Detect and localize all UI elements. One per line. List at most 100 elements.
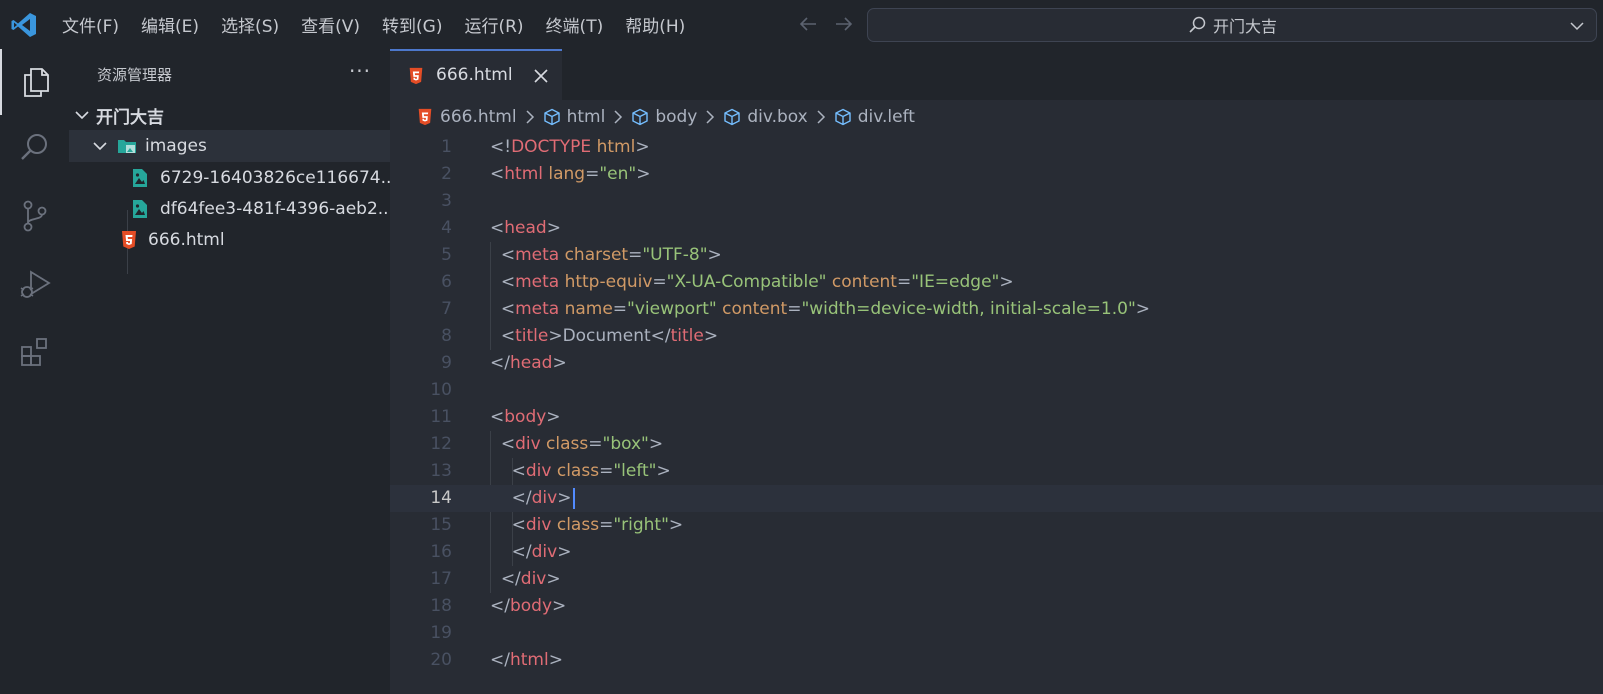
menu-terminal[interactable]: 终端(T) (535, 8, 615, 42)
back-arrow-icon[interactable] (796, 12, 820, 36)
breadcrumb-body[interactable]: body (631, 107, 697, 127)
code-line[interactable]: 10 (390, 377, 1603, 404)
breadcrumb-html[interactable]: html (543, 107, 606, 127)
breadcrumb-label: body (655, 107, 698, 127)
run-debug-icon (20, 270, 51, 298)
tab-label: 666.html (436, 65, 513, 85)
code-text: </div> (511, 542, 572, 562)
line-number: 9 (441, 353, 452, 373)
code-text: <div class="right"> (511, 515, 684, 535)
activity-explorer[interactable] (0, 49, 69, 115)
activity-source-control[interactable] (0, 183, 69, 249)
file-label: df64fee3-481f-4396-aeb2... (160, 199, 390, 219)
menu-selection[interactable]: 选择(S) (210, 8, 290, 42)
explorer-icon (23, 68, 49, 97)
tree-file-image-2[interactable]: df64fee3-481f-4396-aeb2... (69, 193, 390, 225)
code-text: </div> (500, 569, 561, 589)
code-text: </div> (490, 485, 576, 512)
explorer-sidebar: 资源管理器 ··· 开门大吉 images 6729-16403826ce116… (69, 49, 390, 694)
chevron-right-icon (526, 110, 534, 124)
navigation-arrows (796, 12, 856, 36)
sidebar-title: 资源管理器 (97, 66, 173, 84)
tab-bar: 666.html (390, 49, 1603, 100)
code-line[interactable]: 16 </div> (390, 539, 1603, 566)
code-line[interactable]: 18 </body> (390, 593, 1603, 620)
breadcrumb-label: div.left (857, 107, 915, 127)
more-actions-icon[interactable]: ··· (345, 59, 375, 89)
tree-file-image-1[interactable]: 6729-16403826ce116674... (69, 162, 390, 194)
code-line[interactable]: 1 <!DOCTYPE html> (390, 134, 1603, 161)
line-number: 8 (441, 326, 452, 346)
code-line[interactable]: 5 <meta charset="UTF-8"> (390, 242, 1603, 269)
line-number: 17 (430, 569, 452, 589)
command-center-search[interactable]: 开门大吉 (867, 8, 1597, 42)
code-line[interactable]: 20 </html> (390, 647, 1603, 674)
menu-file[interactable]: 文件(F) (51, 8, 130, 42)
html5-file-icon (409, 67, 423, 85)
breadcrumb-file[interactable]: 666.html (416, 107, 517, 127)
breadcrumb-div-left[interactable]: div.left (834, 107, 915, 127)
folder-label: images (145, 136, 207, 156)
code-line[interactable]: 14 </div> (390, 485, 1603, 512)
search-icon (20, 134, 47, 160)
chevron-down-icon[interactable] (1568, 17, 1586, 35)
code-text: <head> (490, 218, 561, 238)
html5-file-icon (122, 231, 136, 249)
search-icon (1189, 16, 1206, 33)
activity-extensions[interactable] (0, 319, 69, 385)
line-number: 13 (430, 461, 452, 481)
breadcrumb: 666.html html body div.box div.left (390, 100, 1603, 134)
source-control-icon (23, 200, 46, 232)
code-line[interactable]: 13 <div class="left"> (390, 458, 1603, 485)
close-icon[interactable] (532, 67, 550, 85)
code-line[interactable]: 8 <title>Document</title> (390, 323, 1603, 350)
tab-666-html[interactable]: 666.html (390, 49, 562, 100)
activity-bar (0, 49, 69, 694)
line-number: 10 (430, 380, 452, 400)
breadcrumb-div-box[interactable]: div.box (723, 107, 808, 127)
code-text: <meta http-equiv="X-UA-Compatible" conte… (500, 272, 1014, 292)
line-number: 6 (441, 272, 452, 292)
images-folder-icon (118, 140, 136, 153)
activity-run-debug[interactable] (0, 251, 69, 317)
code-line[interactable]: 2 <html lang="en"> (390, 161, 1603, 188)
tree-file-html[interactable]: 666.html (69, 224, 390, 256)
forward-arrow-icon[interactable] (832, 12, 856, 36)
breadcrumb-label: html (566, 107, 606, 127)
chevron-down-icon (93, 142, 107, 151)
command-center-label: 开门大吉 (1212, 17, 1277, 36)
line-number: 12 (430, 434, 452, 454)
menu-run[interactable]: 运行(R) (453, 8, 534, 42)
text-cursor (573, 487, 576, 509)
code-line[interactable]: 17 </div> (390, 566, 1603, 593)
menu-help[interactable]: 帮助(H) (614, 8, 696, 42)
tree-folder-images[interactable]: images (69, 130, 390, 162)
code-line[interactable]: 11 <body> (390, 404, 1603, 431)
menu-go[interactable]: 转到(G) (371, 8, 453, 42)
activity-search[interactable] (0, 115, 69, 181)
line-number: 5 (441, 245, 452, 265)
code-line[interactable]: 3 (390, 188, 1603, 215)
code-text: <!DOCTYPE html> (490, 137, 650, 157)
line-number: 14 (430, 488, 452, 508)
code-line[interactable]: 9 </head> (390, 350, 1603, 377)
code-line[interactable]: 4 <head> (390, 215, 1603, 242)
symbol-element-icon (543, 108, 560, 126)
code-line[interactable]: 6 <meta http-equiv="X-UA-Compatible" con… (390, 269, 1603, 296)
code-text: <html lang="en"> (490, 164, 651, 184)
code-editor[interactable]: 1 <!DOCTYPE html> 2 <html lang="en"> 3 4 <head… (390, 134, 1603, 694)
editor-area: 666.html 666.html html body div.box div.… (390, 49, 1603, 694)
tree-root-folder[interactable]: 开门大吉 (69, 99, 390, 131)
code-line[interactable]: 15 <div class="right"> (390, 512, 1603, 539)
code-text: <meta charset="UTF-8"> (500, 245, 722, 265)
code-line[interactable]: 19 (390, 620, 1603, 647)
menu-view[interactable]: 查看(V) (290, 8, 371, 42)
code-line[interactable]: 12 <div class="box"> (390, 431, 1603, 458)
code-text: </head> (490, 353, 567, 373)
chevron-right-icon (817, 110, 825, 124)
menu-edit[interactable]: 编辑(E) (130, 8, 210, 42)
root-folder-label: 开门大吉 (96, 107, 164, 128)
line-number: 16 (430, 542, 452, 562)
code-line[interactable]: 7 <meta name="viewport" content="width=d… (390, 296, 1603, 323)
line-number: 3 (441, 191, 452, 211)
